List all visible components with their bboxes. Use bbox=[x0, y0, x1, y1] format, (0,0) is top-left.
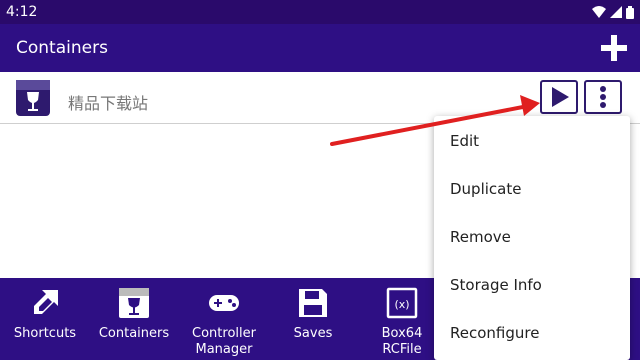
menu-item-edit[interactable]: Edit bbox=[450, 132, 479, 150]
status-bar: 4:12 bbox=[0, 0, 640, 24]
shortcut-icon bbox=[34, 290, 58, 314]
nav-label: Containers bbox=[98, 326, 170, 341]
app-bar: Containers bbox=[0, 24, 640, 72]
menu-item-duplicate[interactable]: Duplicate bbox=[450, 180, 521, 198]
plus-icon bbox=[601, 35, 627, 61]
menu-item-storage-info[interactable]: Storage Info bbox=[450, 276, 542, 294]
menu-item-remove[interactable]: Remove bbox=[450, 228, 511, 246]
more-vert-icon bbox=[600, 86, 606, 108]
nav-controller-manager[interactable]: Controller Manager bbox=[186, 286, 262, 358]
container-name: 精品下载站 bbox=[68, 94, 149, 113]
page-title: Containers bbox=[16, 38, 108, 58]
variable-file-icon: (x) bbox=[386, 287, 418, 319]
nav-label: Manager bbox=[195, 342, 253, 357]
nav-containers[interactable]: Containers bbox=[96, 286, 172, 342]
nav-label: Box64 bbox=[381, 326, 423, 341]
nav-label: Shortcuts bbox=[13, 326, 77, 341]
add-container-button[interactable] bbox=[598, 32, 630, 64]
nav-shortcuts[interactable]: Shortcuts bbox=[10, 286, 80, 342]
gamepad-icon bbox=[209, 295, 239, 311]
status-time: 4:12 bbox=[6, 4, 38, 20]
wine-glass-icon bbox=[16, 80, 50, 116]
container-menu-button[interactable] bbox=[584, 80, 622, 114]
wine-glass-icon bbox=[119, 288, 149, 318]
run-container-button[interactable] bbox=[540, 80, 578, 114]
status-icons bbox=[592, 5, 634, 19]
signal-icon bbox=[610, 6, 622, 18]
menu-item-reconfigure[interactable]: Reconfigure bbox=[450, 324, 539, 342]
nav-box64-rcfile[interactable]: (x) Box64 RCFile bbox=[370, 286, 434, 358]
play-icon bbox=[552, 87, 569, 107]
svg-text:(x): (x) bbox=[394, 298, 409, 311]
wifi-icon bbox=[592, 6, 606, 18]
nav-label: Saves bbox=[293, 326, 333, 341]
battery-icon bbox=[626, 5, 634, 19]
nav-saves[interactable]: Saves bbox=[282, 286, 344, 342]
nav-label: Controller bbox=[192, 326, 256, 341]
container-context-menu: Edit Duplicate Remove Storage Info Recon… bbox=[434, 116, 630, 360]
floppy-disk-icon bbox=[299, 289, 327, 317]
nav-label: RCFile bbox=[382, 342, 422, 357]
